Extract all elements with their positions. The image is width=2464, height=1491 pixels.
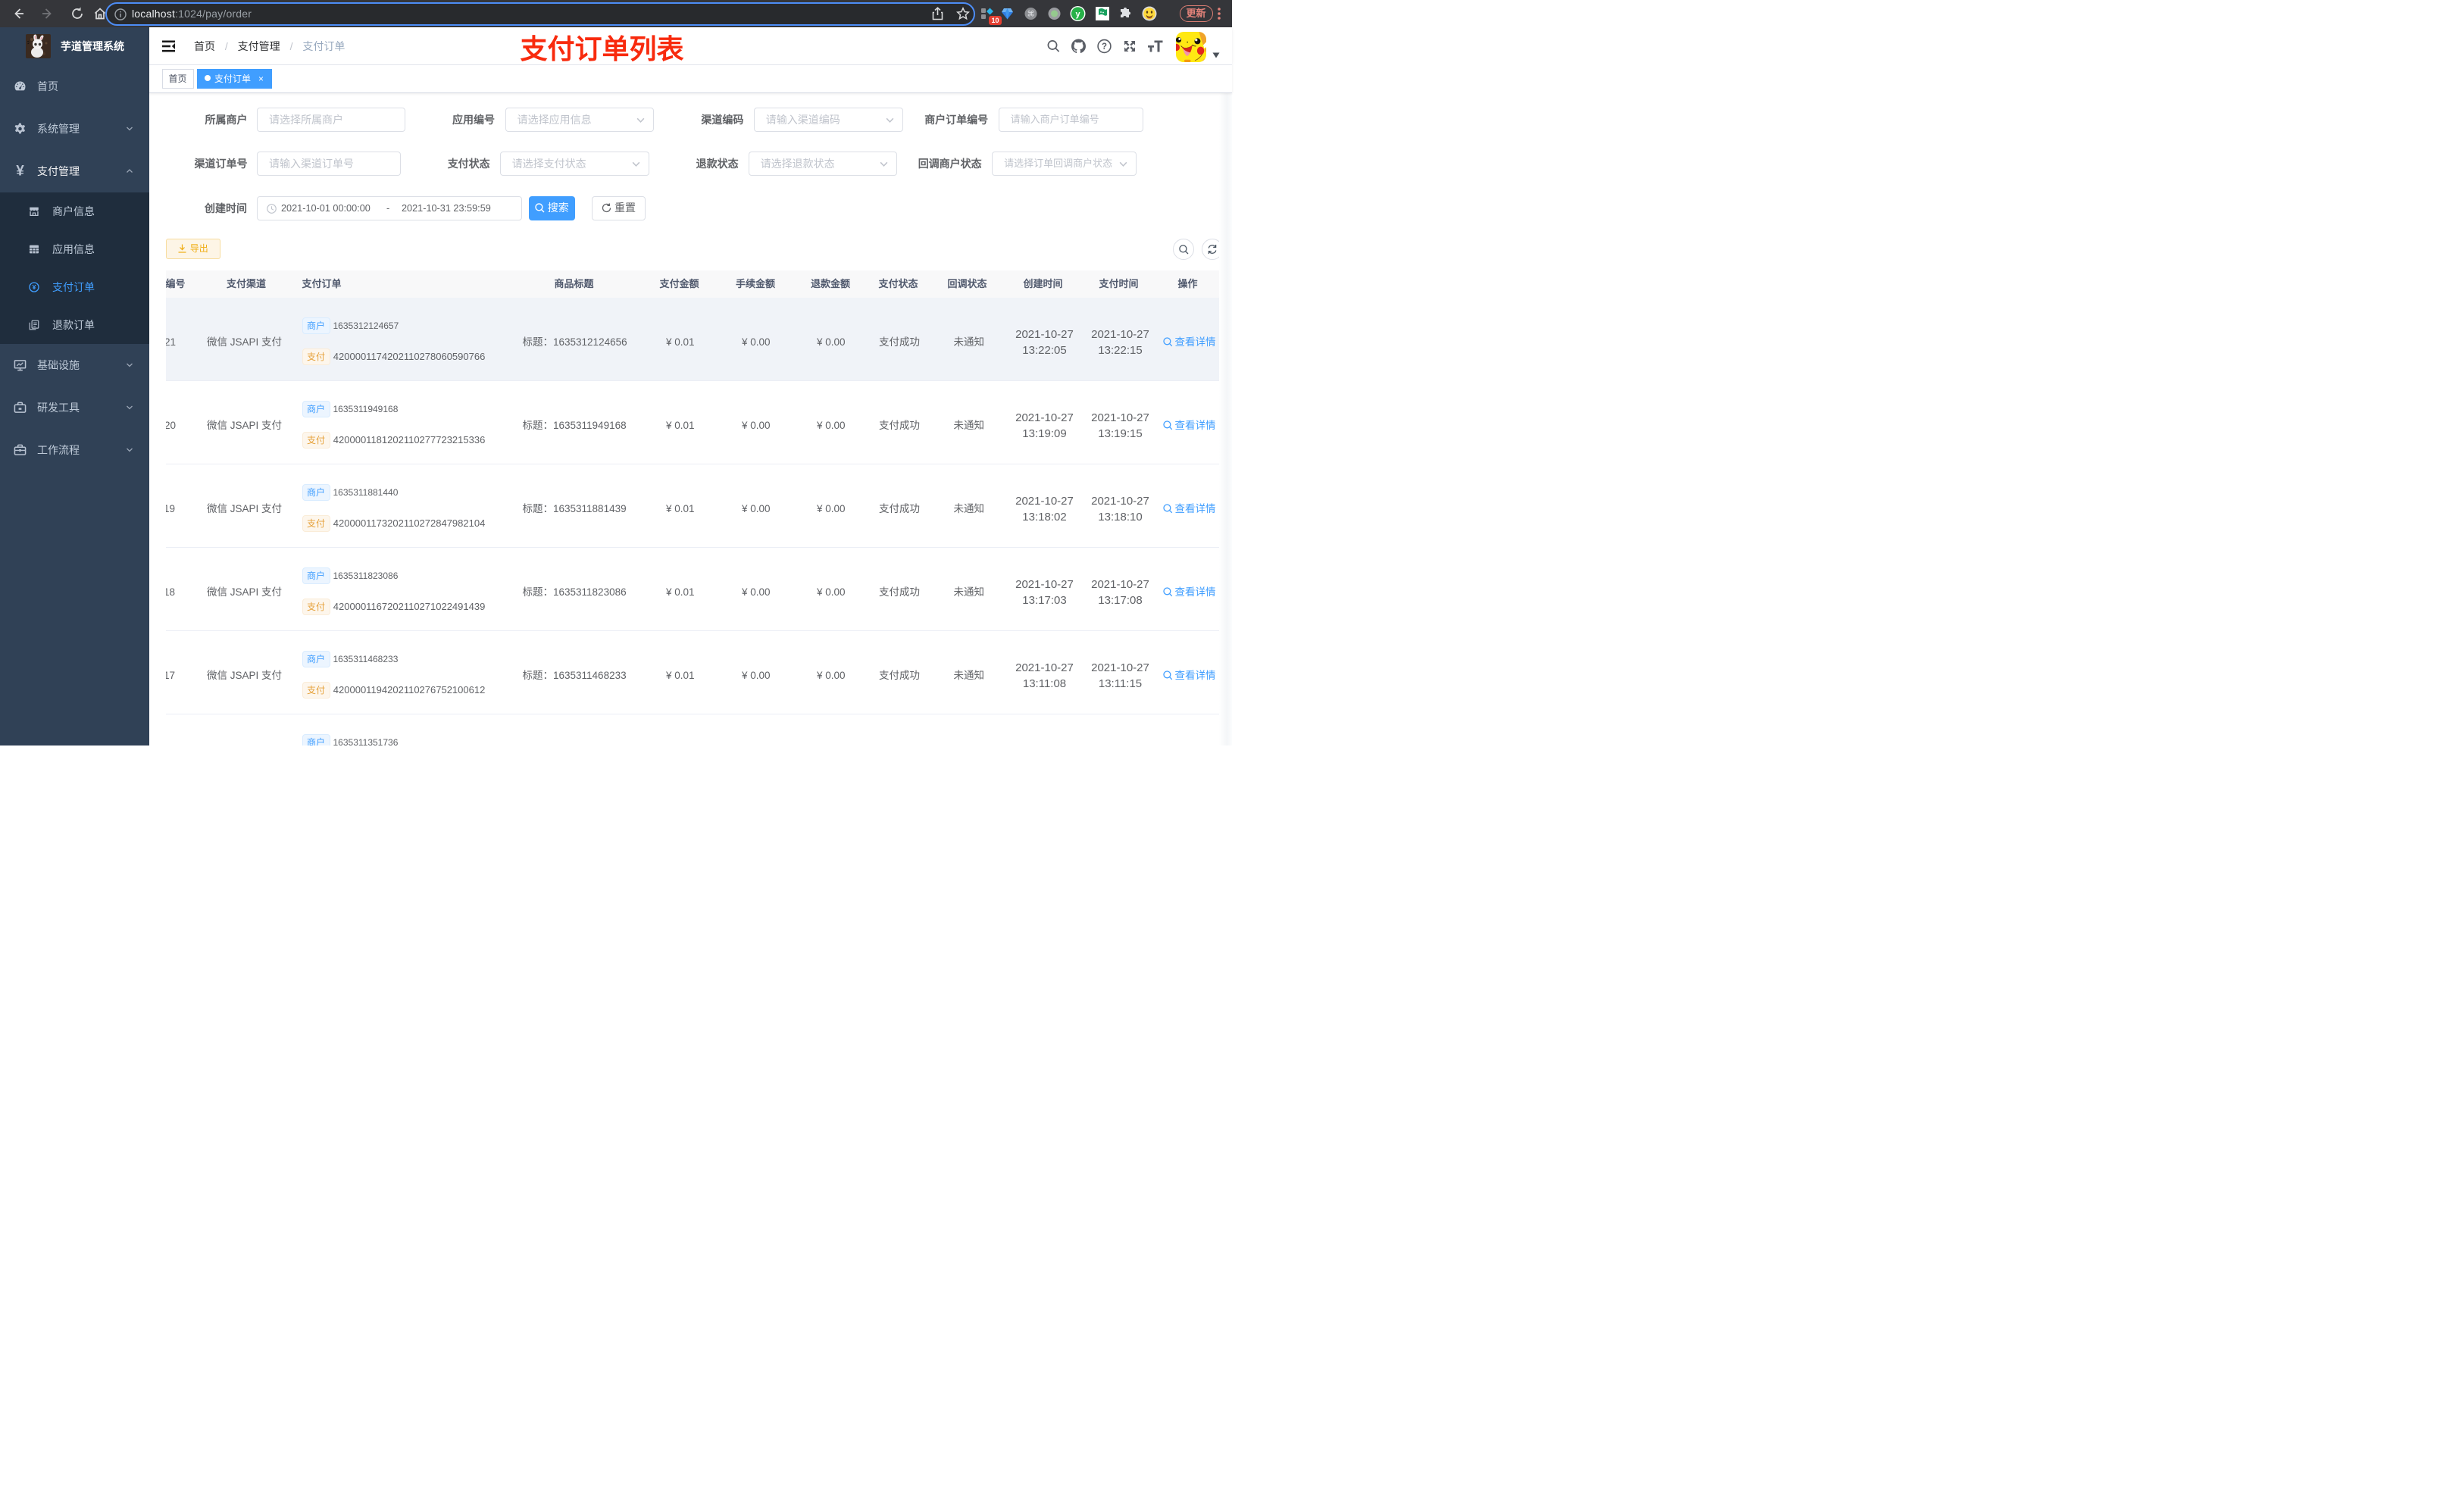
svg-text:y: y [1075,10,1080,19]
svg-text:⌘: ⌘ [1027,11,1035,19]
svg-text:?: ? [1102,42,1107,52]
svg-text:¥: ¥ [32,283,36,291]
